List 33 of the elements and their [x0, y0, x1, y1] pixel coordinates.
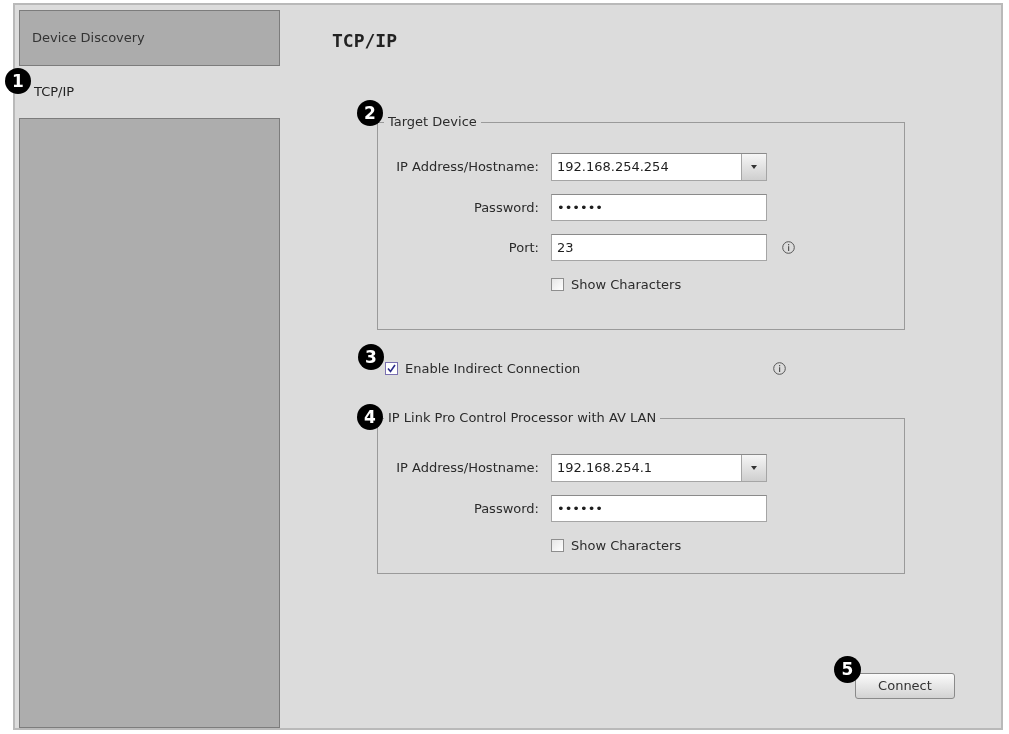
password-field[interactable]: •••••• [551, 495, 767, 522]
caret-icon [751, 165, 757, 169]
checkbox-label: Show Characters [571, 538, 682, 553]
field-label: Port: [507, 238, 539, 257]
dropdown-button[interactable] [741, 154, 766, 180]
field-label: Password: [472, 198, 539, 217]
group-title: Target Device [387, 114, 478, 130]
combo-box[interactable]: 192.168.254.254 [551, 153, 767, 181]
connect-button[interactable]: Connect [855, 673, 955, 699]
checkbox[interactable] [551, 539, 564, 552]
checkbox[interactable] [385, 362, 398, 375]
callout-number: 3 [358, 344, 384, 370]
input-field[interactable]: 23 [551, 234, 767, 261]
info-icon[interactable] [782, 241, 795, 254]
combo-box[interactable]: 192.168.254.1 [551, 454, 767, 482]
panel-title: TCP/IP [332, 29, 399, 53]
callout-number: 5 [834, 656, 861, 683]
sidebar-item[interactable]: Device Discovery [19, 10, 280, 66]
callout-number: 2 [357, 100, 383, 126]
info-icon[interactable] [773, 362, 786, 375]
field-label: Password: [472, 499, 539, 518]
dropdown-button[interactable] [741, 455, 766, 481]
checkbox-label: Enable Indirect Connection [405, 361, 581, 376]
checkbox-label: Show Characters [571, 277, 682, 292]
callout-number: 4 [357, 404, 383, 430]
field-label: IP Address/Hostname: [395, 459, 539, 478]
checkbox[interactable] [551, 278, 564, 291]
callout-number: 1 [5, 68, 31, 94]
password-field[interactable]: •••••• [551, 194, 767, 221]
group-title: IP Link Pro Control Processor with AV LAN [387, 410, 658, 426]
checkmark-icon [387, 364, 396, 373]
field-label: IP Address/Hostname: [395, 158, 539, 177]
caret-icon [751, 466, 757, 470]
